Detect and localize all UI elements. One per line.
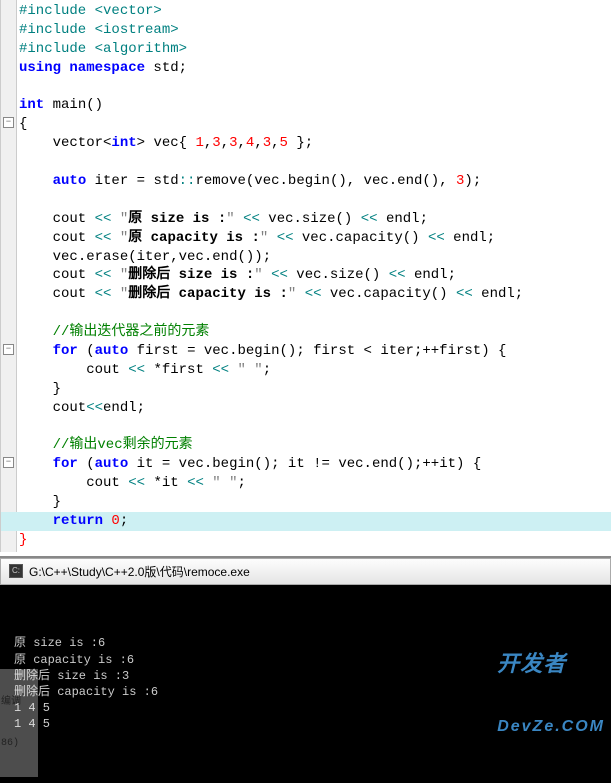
code-line[interactable]: int main() [1, 96, 611, 115]
code-line[interactable]: cout << "原 capacity is :" << vec.capacit… [1, 229, 611, 248]
fold-marker-icon[interactable]: − [3, 457, 14, 468]
code-line[interactable]: −{ [1, 115, 611, 134]
code-editor-area[interactable]: #include <vector>#include <iostream>#inc… [0, 0, 611, 552]
code-line[interactable]: vector<int> vec{ 1,3,3,4,3,5 }; [1, 134, 611, 153]
console-output[interactable]: 编调 86) 原 size is :6原 capacity is :6删除后 s… [0, 585, 611, 783]
code-line[interactable]: cout << *first << " "; [1, 361, 611, 380]
code-line[interactable]: } [1, 531, 611, 550]
code-line[interactable] [1, 304, 611, 323]
code-line[interactable]: //输出迭代器之前的元素 [1, 323, 611, 342]
code-line[interactable] [1, 153, 611, 172]
console-window: C: G:\C++\Study\C++2.0版\代码\remoce.exe 编调… [0, 556, 611, 783]
console-title: G:\C++\Study\C++2.0版\代码\remoce.exe [29, 563, 250, 580]
code-line[interactable]: #include <algorithm> [1, 40, 611, 59]
console-app-icon: C: [9, 564, 23, 578]
fold-marker-icon[interactable]: − [3, 344, 14, 355]
code-line[interactable]: } [1, 493, 611, 512]
code-line[interactable]: cout<<endl; [1, 399, 611, 418]
side-label: 编调 86) [0, 669, 38, 777]
watermark-logo: 开发者 DevZe.COM [497, 609, 605, 779]
code-line[interactable]: − for (auto it = vec.begin(); it != vec.… [1, 455, 611, 474]
code-line[interactable] [1, 191, 611, 210]
code-line[interactable]: cout << *it << " "; [1, 474, 611, 493]
code-line[interactable]: cout << "删除后 capacity is :" << vec.capac… [1, 285, 611, 304]
code-line[interactable] [1, 78, 611, 97]
code-content[interactable]: #include <vector>#include <iostream>#inc… [1, 2, 611, 550]
code-line[interactable]: vec.erase(iter,vec.end()); [1, 248, 611, 267]
console-titlebar[interactable]: C: G:\C++\Study\C++2.0版\代码\remoce.exe [0, 558, 611, 585]
code-line[interactable]: } [1, 380, 611, 399]
code-line[interactable]: cout << "删除后 size is :" << vec.size() <<… [1, 266, 611, 285]
code-line[interactable]: return 0; [1, 512, 611, 531]
code-line[interactable]: auto iter = std::remove(vec.begin(), vec… [1, 172, 611, 191]
fold-marker-icon[interactable]: − [3, 117, 14, 128]
code-line[interactable]: #include <vector> [1, 2, 611, 21]
code-line[interactable]: #include <iostream> [1, 21, 611, 40]
code-line[interactable]: cout << "原 size is :" << vec.size() << e… [1, 210, 611, 229]
code-line[interactable] [1, 418, 611, 437]
code-line[interactable]: //输出vec剩余的元素 [1, 436, 611, 455]
code-line[interactable]: − for (auto first = vec.begin(); first <… [1, 342, 611, 361]
code-line[interactable]: using namespace std; [1, 59, 611, 78]
